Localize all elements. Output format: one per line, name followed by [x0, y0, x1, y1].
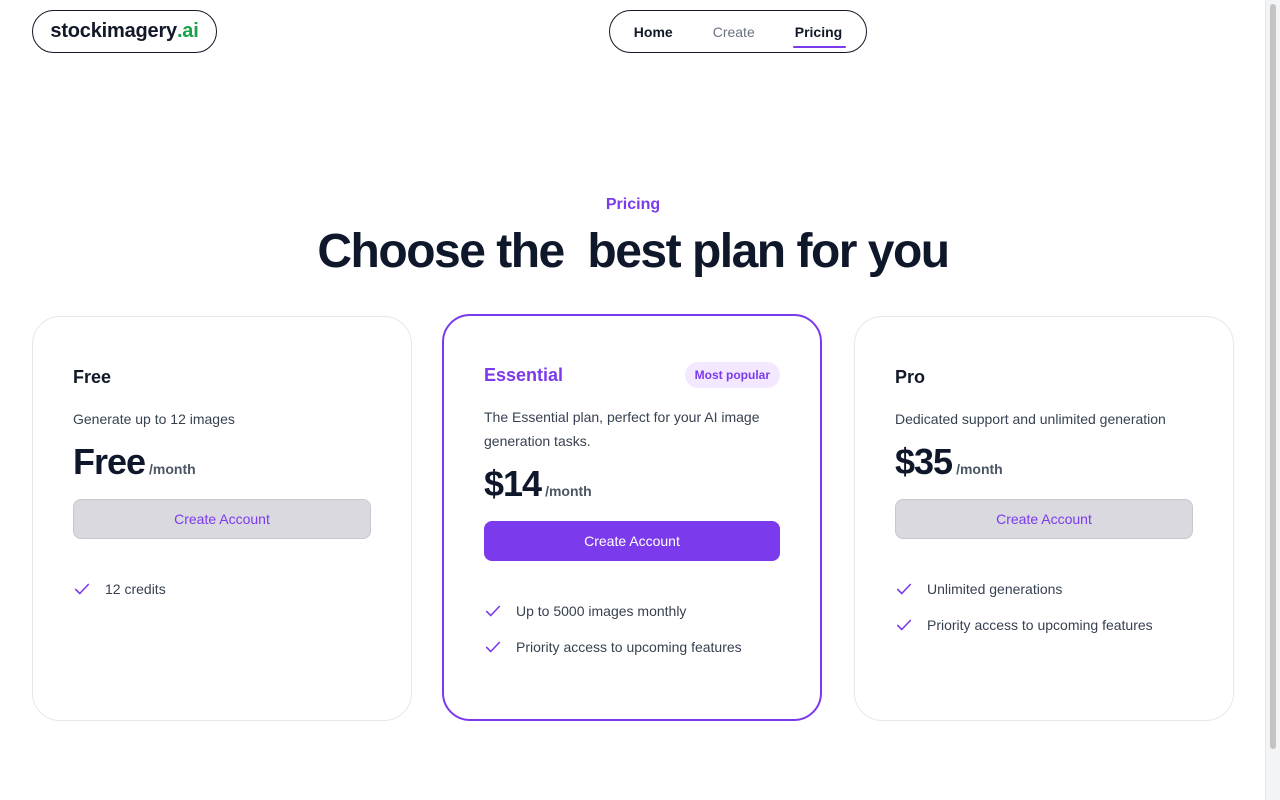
plan-description: The Essential plan, perfect for your AI … — [484, 409, 760, 449]
plan-price-row: $35 /month — [895, 441, 1193, 483]
check-icon — [896, 583, 912, 595]
nav-create-link[interactable]: Create — [713, 20, 755, 44]
feature-label: Priority access to upcoming features — [927, 617, 1153, 633]
create-account-button-free[interactable]: Create Account — [73, 499, 371, 539]
feature-item: Unlimited generations — [895, 571, 1193, 607]
check-icon — [896, 619, 912, 631]
plan-period: /month — [956, 461, 1003, 477]
feature-item: Priority access to upcoming features — [484, 629, 780, 665]
feature-label: Priority access to upcoming features — [516, 639, 742, 655]
feature-item: Priority access to upcoming features — [895, 607, 1193, 643]
nav-home-link[interactable]: Home — [634, 20, 673, 44]
section-eyebrow: Pricing — [605, 196, 661, 213]
plan-price: $14 — [484, 463, 542, 504]
feature-label: Unlimited generations — [927, 581, 1063, 597]
feature-label: 12 credits — [105, 581, 166, 597]
check-icon — [74, 583, 90, 595]
most-popular-badge: Most popular — [684, 362, 780, 388]
main-nav: Home Create Pricing — [609, 10, 867, 53]
plan-header: Free — [73, 363, 371, 391]
plan-period: /month — [545, 483, 592, 499]
plan-name: Free — [73, 366, 112, 387]
scrollbar-thumb[interactable] — [1270, 4, 1276, 749]
page-scrollbar[interactable] — [1265, 0, 1280, 800]
create-account-button-pro[interactable]: Create Account — [895, 499, 1193, 539]
create-account-button-essential[interactable]: Create Account — [484, 521, 780, 561]
brand-logo[interactable]: stockimagery .ai — [32, 10, 217, 53]
plan-features: 12 credits — [73, 571, 371, 607]
plan-price-row: Free /month — [73, 441, 371, 483]
plan-features: Unlimited generations Priority access to… — [895, 571, 1193, 643]
feature-item: Up to 5000 images monthly — [484, 593, 780, 629]
plan-name: Essential — [484, 364, 564, 385]
nav-pricing-link[interactable]: Pricing — [792, 20, 847, 48]
plan-price-row: $14 /month — [484, 463, 780, 505]
brand-name: stockimagery — [50, 20, 177, 42]
brand-tld: .ai — [176, 20, 199, 42]
plan-card-free: Free Generate up to 12 images Free /mont… — [32, 316, 412, 721]
plan-price: $35 — [895, 441, 953, 482]
plan-description: Dedicated support and unlimited generati… — [895, 411, 1166, 427]
plan-name: Pro — [895, 366, 926, 387]
check-icon — [485, 605, 501, 617]
feature-label: Up to 5000 images monthly — [516, 603, 687, 619]
plan-card-pro: Pro Dedicated support and unlimited gene… — [854, 316, 1234, 721]
plan-header: Pro — [895, 363, 1193, 391]
plan-header: Essential Most popular — [484, 361, 780, 389]
check-icon — [485, 641, 501, 653]
plan-period: /month — [149, 461, 196, 477]
plan-features: Up to 5000 images monthly Priority acces… — [484, 593, 780, 665]
plan-card-essential: Essential Most popular The Essential pla… — [442, 314, 822, 721]
page-title: Choose the best plan for you — [317, 225, 950, 278]
feature-item: 12 credits — [73, 571, 371, 607]
plan-description: Generate up to 12 images — [73, 411, 235, 427]
plan-price: Free — [73, 441, 146, 482]
